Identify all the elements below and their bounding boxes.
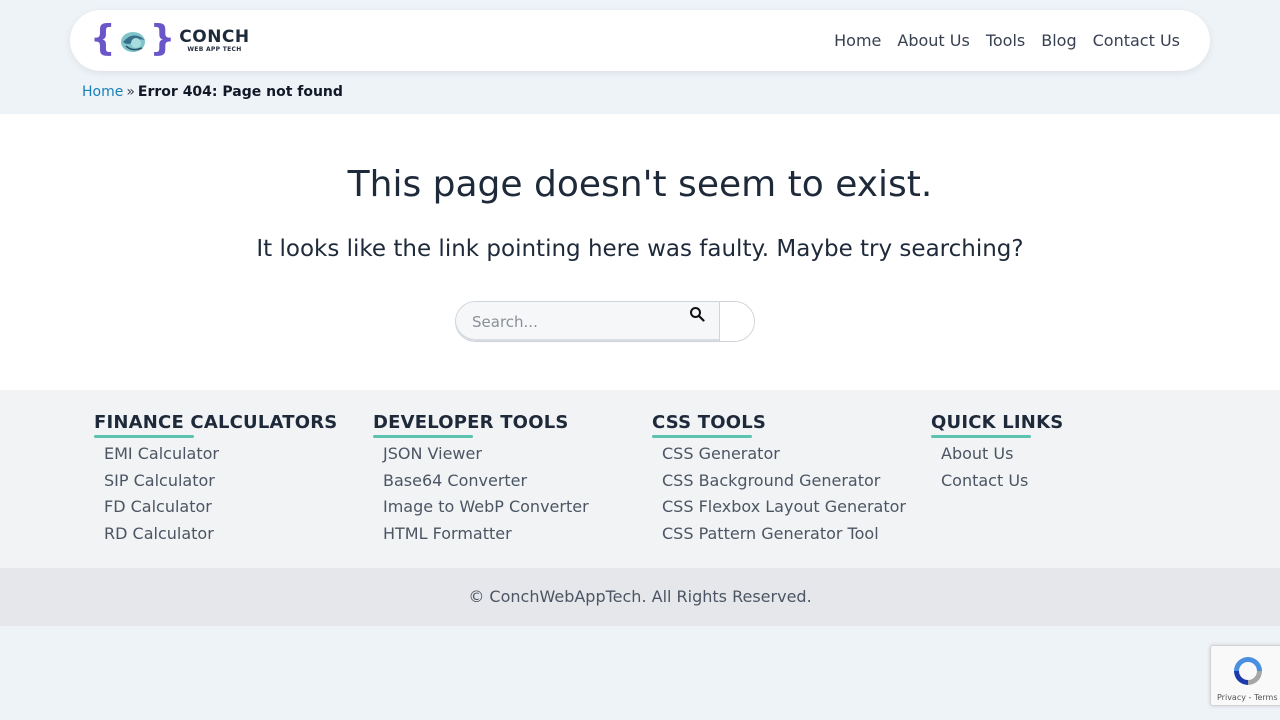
breadcrumb: Home» Error 404: Page not found (82, 84, 343, 100)
footer-link-base64-converter[interactable]: Base64 Converter (383, 468, 589, 495)
nav-contact-us[interactable]: Contact Us (1093, 31, 1180, 50)
footer-column-quick-links: QUICK LINKS About Us Contact Us (931, 412, 1063, 494)
footer-link-emi-calculator[interactable]: EMI Calculator (104, 441, 337, 468)
footer-link-sip-calculator[interactable]: SIP Calculator (104, 468, 337, 495)
main-nav: Home About Us Tools Blog Contact Us (834, 31, 1180, 50)
breadcrumb-separator: » (126, 84, 135, 100)
footer-link-css-generator[interactable]: CSS Generator (662, 441, 906, 468)
recaptcha-badge[interactable]: Privacy - Terms (1210, 645, 1280, 706)
logo-text: CONCH WEB APP TECH (179, 26, 250, 53)
footer-link-css-background-generator[interactable]: CSS Background Generator (662, 468, 906, 495)
footer-link-about-us[interactable]: About Us (941, 441, 1063, 468)
page-title: This page doesn't seem to exist. (347, 164, 933, 205)
logo-sub-text: WEB APP TECH (187, 45, 242, 53)
conch-shell-icon (120, 31, 145, 52)
search-icon[interactable] (689, 306, 705, 322)
footer-link-fd-calculator[interactable]: FD Calculator (104, 494, 337, 521)
footer-column-title: DEVELOPER TOOLS (373, 412, 569, 438)
copyright-bar: © ConchWebAppTech. All Rights Reserved. (0, 568, 1280, 626)
search-input[interactable] (456, 302, 720, 341)
site-header: { } CONCH WEB APP TECH Home About Us Too… (70, 10, 1210, 71)
page: { } CONCH WEB APP TECH Home About Us Too… (0, 0, 1280, 720)
footer-column-title: QUICK LINKS (931, 412, 1064, 438)
footer-column-title: CSS TOOLS (652, 412, 767, 438)
nav-tools[interactable]: Tools (986, 31, 1025, 50)
footer-link-html-formatter[interactable]: HTML Formatter (383, 521, 589, 548)
footer-link-css-flexbox-generator[interactable]: CSS Flexbox Layout Generator (662, 494, 906, 521)
footer-link-json-viewer[interactable]: JSON Viewer (383, 441, 589, 468)
nav-blog[interactable]: Blog (1041, 31, 1076, 50)
main-content: This page doesn't seem to exist. It look… (0, 114, 1280, 390)
logo-brace-right: } (149, 17, 176, 59)
recaptcha-icon (1234, 657, 1262, 685)
footer-links: FINANCE CALCULATORS EMI Calculator SIP C… (0, 390, 1280, 568)
search-form (455, 301, 755, 342)
footer-link-contact-us[interactable]: Contact Us (941, 468, 1063, 495)
nav-about-us[interactable]: About Us (897, 31, 969, 50)
nav-home[interactable]: Home (834, 31, 881, 50)
logo-brace-left: { (90, 17, 116, 59)
footer-column-finance: FINANCE CALCULATORS EMI Calculator SIP C… (94, 412, 337, 547)
page-subtitle: It looks like the link pointing here was… (256, 236, 1024, 262)
breadcrumb-current: Error 404: Page not found (137, 84, 343, 100)
site-logo[interactable]: { } CONCH WEB APP TECH (90, 20, 250, 57)
footer-column-developer: DEVELOPER TOOLS JSON Viewer Base64 Conve… (373, 412, 589, 547)
footer-link-rd-calculator[interactable]: RD Calculator (104, 521, 337, 548)
footer-link-css-pattern-generator[interactable]: CSS Pattern Generator Tool (662, 521, 906, 548)
breadcrumb-home-link[interactable]: Home (82, 84, 123, 100)
footer-column-title: FINANCE CALCULATORS (94, 412, 338, 438)
footer-link-webp-converter[interactable]: Image to WebP Converter (383, 494, 589, 521)
footer-column-css: CSS TOOLS CSS Generator CSS Background G… (652, 412, 906, 547)
recaptcha-privacy-terms[interactable]: Privacy - Terms (1217, 693, 1278, 702)
logo-main-text: CONCH (179, 26, 250, 47)
search-submit-button[interactable] (720, 302, 754, 341)
